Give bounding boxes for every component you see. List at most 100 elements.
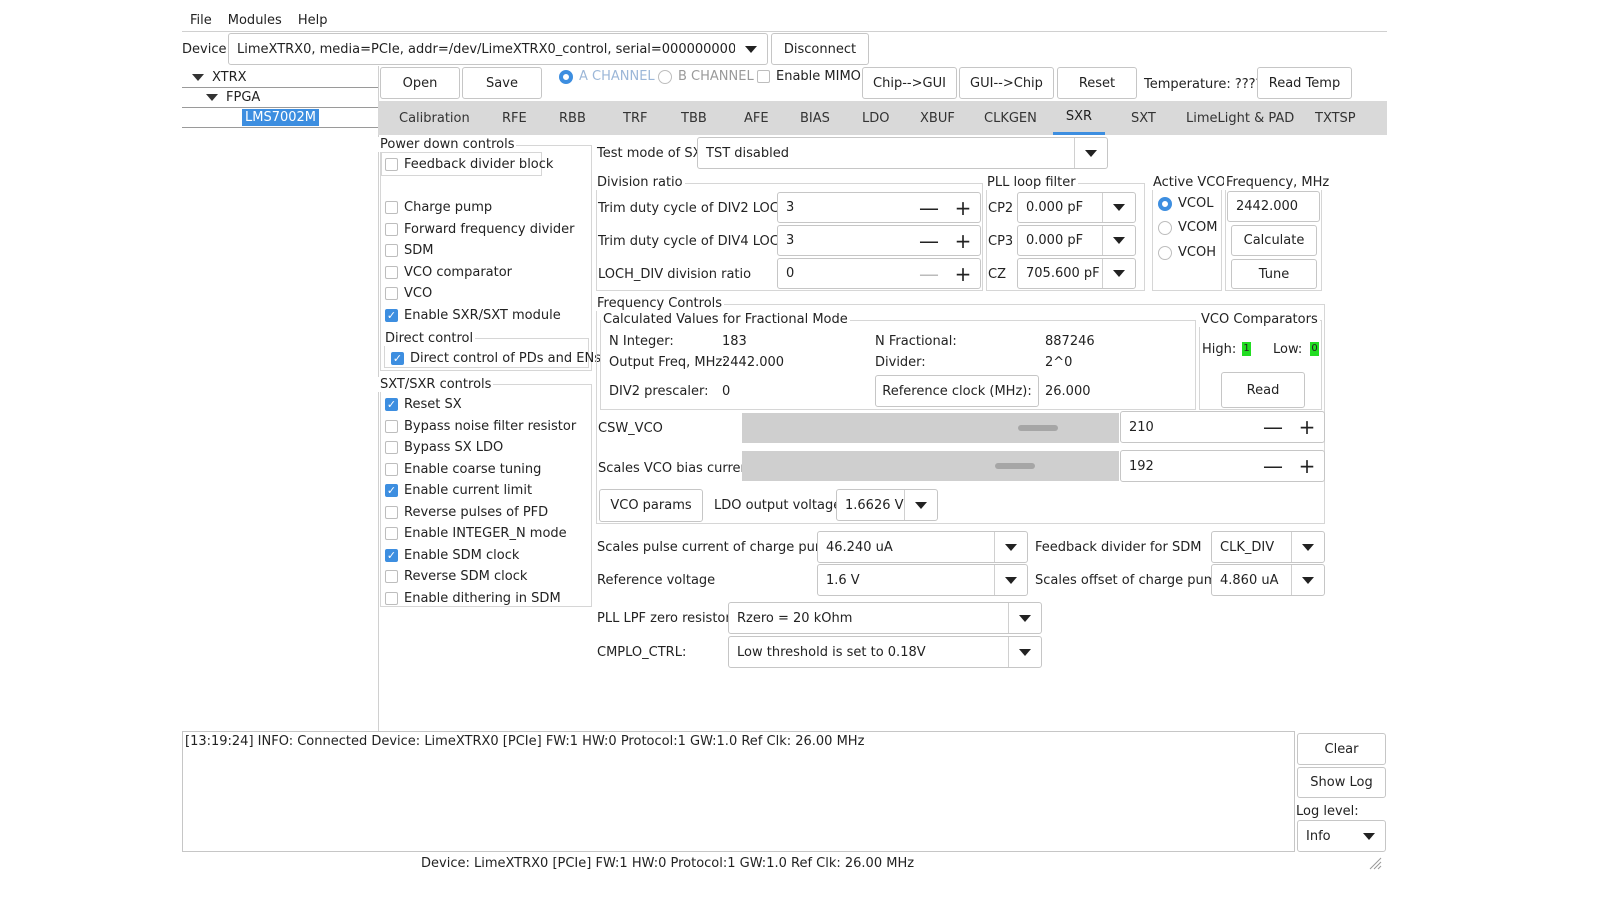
bypass-sx-ldo-checkbox[interactable]: Bypass SX LDO [385, 440, 503, 455]
offset-charge-pump-select[interactable]: 4.860 uA [1211, 564, 1325, 596]
pd-sdm-checkbox[interactable]: SDM [385, 243, 433, 258]
tab-calibration[interactable]: Calibration [399, 101, 470, 135]
vcom-radio[interactable]: VCOM [1158, 220, 1217, 235]
a-channel-radio[interactable]: A CHANNEL [559, 69, 655, 84]
minus-icon[interactable]: — [912, 198, 946, 218]
tab-clkgen[interactable]: CLKGEN [984, 101, 1037, 135]
tab-rbb[interactable]: RBB [559, 101, 586, 135]
csw-vco-slider[interactable] [742, 413, 1119, 443]
ldo-output-value: 1.6626 V [845, 497, 904, 513]
tree-label-fpga: FPGA [226, 90, 261, 105]
tune-button[interactable]: Tune [1231, 259, 1317, 289]
log-level-select[interactable]: Info [1297, 820, 1386, 852]
minus-icon[interactable]: — [912, 231, 946, 251]
minus-icon[interactable]: — [1256, 456, 1290, 476]
pulse-current-select[interactable]: 46.240 uA [817, 531, 1028, 563]
rzero-select[interactable]: Rzero = 20 kOhm [728, 602, 1042, 634]
log-output[interactable]: [13:19:24] INFO: Connected Device: LimeX… [182, 731, 1295, 852]
bypass-noise-filter-checkbox[interactable]: Bypass noise filter resistor [385, 419, 576, 434]
tree-item-lms7002m[interactable]: LMS7002M [182, 108, 378, 128]
minus-icon[interactable]: — [912, 264, 946, 284]
tree-item-xtrx[interactable]: XTRX [182, 68, 378, 88]
tree-item-fpga[interactable]: FPGA [182, 88, 378, 108]
pd-forward-divider-checkbox[interactable]: Forward frequency divider [385, 222, 575, 237]
read-temp-button[interactable]: Read Temp [1257, 67, 1352, 99]
calculate-button[interactable]: Calculate [1231, 225, 1317, 256]
disconnect-button[interactable]: Disconnect [771, 33, 869, 65]
divider-value: 2^0 [1045, 355, 1073, 370]
cz-select[interactable]: 705.600 pF [1017, 258, 1136, 289]
pd-vco-checkbox[interactable]: VCO [385, 286, 432, 301]
enable-mimo-checkbox[interactable]: Enable MIMO [757, 69, 861, 84]
menu-help[interactable]: Help [298, 13, 328, 28]
reset-sx-checkbox[interactable]: ✓ Reset SX [385, 397, 462, 412]
gui-to-chip-button[interactable]: GUI-->Chip [959, 67, 1054, 99]
tab-trf[interactable]: TRF [623, 101, 647, 135]
cmplo-ctrl-select[interactable]: Low threshold is set to 0.18V [728, 636, 1042, 668]
tab-ldo[interactable]: LDO [862, 101, 890, 135]
device-select[interactable]: LimeXTRX0, media=PCIe, addr=/dev/LimeXTR… [228, 33, 768, 65]
tab-sxt[interactable]: SXT [1131, 101, 1156, 135]
pd-vco-comparator-checkbox[interactable]: VCO comparator [385, 265, 512, 280]
vcoh-radio[interactable]: VCOH [1158, 245, 1216, 260]
pd-charge-pump-checkbox[interactable]: Charge pump [385, 200, 492, 215]
reverse-pulses-pfd-checkbox[interactable]: Reverse pulses of PFD [385, 505, 548, 520]
tab-txtsp[interactable]: TXTSP [1315, 101, 1356, 135]
menu-file[interactable]: File [190, 13, 212, 28]
reference-voltage-select[interactable]: 1.6 V [817, 564, 1028, 596]
plus-icon[interactable]: + [1290, 417, 1324, 437]
enable-sxr-sxt-checkbox[interactable]: ✓ Enable SXR/SXT module [385, 308, 561, 323]
tab-afe[interactable]: AFE [744, 101, 769, 135]
loch-div-spinbox[interactable]: 0 — + [777, 258, 981, 289]
vco-bias-slider[interactable] [742, 451, 1119, 481]
reverse-sdm-clock-checkbox[interactable]: Reverse SDM clock [385, 569, 527, 584]
csw-vco-spinbox[interactable]: 210 — + [1120, 411, 1325, 443]
enable-current-limit-checkbox[interactable]: ✓ Enable current limit [385, 483, 532, 498]
reset-button[interactable]: Reset [1057, 67, 1137, 99]
read-comparators-button[interactable]: Read [1221, 372, 1305, 408]
feedback-sdm-select[interactable]: CLK_DIV [1211, 531, 1325, 563]
plus-icon[interactable]: + [946, 231, 980, 251]
test-mode-label: Test mode of SX [597, 146, 702, 161]
expand-arrow-icon[interactable] [206, 94, 218, 101]
direct-control-checkbox[interactable]: ✓ Direct control of PDs and ENs [391, 351, 601, 366]
enable-dithering-checkbox[interactable]: Enable dithering in SDM [385, 591, 561, 606]
test-mode-select[interactable]: TST disabled [697, 137, 1108, 169]
open-button[interactable]: Open [380, 67, 460, 99]
ldo-output-select[interactable]: 1.6626 V [836, 489, 938, 521]
expand-arrow-icon[interactable] [192, 74, 204, 81]
menu-modules[interactable]: Modules [228, 13, 282, 28]
enable-coarse-tuning-checkbox[interactable]: Enable coarse tuning [385, 462, 541, 477]
tab-sxr[interactable]: SXR [1053, 101, 1105, 135]
resize-grip-icon[interactable] [1368, 856, 1382, 870]
show-log-button[interactable]: Show Log [1297, 767, 1386, 798]
slider-handle[interactable] [1018, 425, 1058, 431]
cp2-select[interactable]: 0.000 pF [1017, 192, 1136, 223]
enable-integer-n-checkbox[interactable]: Enable INTEGER_N mode [385, 526, 567, 541]
frequency-input[interactable]: 2442.000 [1227, 191, 1320, 222]
div2-spinbox[interactable]: 3 — + [777, 192, 981, 223]
slider-handle[interactable] [995, 463, 1035, 469]
feedback-divider-checkbox[interactable]: Feedback divider block [385, 157, 553, 172]
cp3-select[interactable]: 0.000 pF [1017, 225, 1136, 256]
plus-icon[interactable]: + [1290, 456, 1324, 476]
save-button[interactable]: Save [462, 67, 542, 99]
tab-limelight-pad[interactable]: LimeLight & PAD [1186, 101, 1294, 135]
clear-log-button[interactable]: Clear [1297, 733, 1386, 765]
minus-icon[interactable]: — [1256, 417, 1290, 437]
vcol-radio[interactable]: VCOL [1158, 196, 1213, 211]
plus-icon[interactable]: + [946, 264, 980, 284]
vco-params-button[interactable]: VCO params [599, 489, 703, 522]
tab-bias[interactable]: BIAS [800, 101, 830, 135]
enable-sdm-clock-checkbox[interactable]: ✓ Enable SDM clock [385, 548, 519, 563]
b-channel-radio[interactable]: B CHANNEL [658, 69, 754, 84]
plus-icon[interactable]: + [946, 198, 980, 218]
reference-clock-button[interactable]: Reference clock (MHz): [875, 375, 1039, 407]
div4-spinbox[interactable]: 3 — + [777, 225, 981, 256]
tab-xbuf[interactable]: XBUF [920, 101, 955, 135]
tab-rfe[interactable]: RFE [502, 101, 527, 135]
vco-bias-spinbox[interactable]: 192 — + [1120, 450, 1325, 482]
tab-tbb[interactable]: TBB [681, 101, 707, 135]
chip-to-gui-button[interactable]: Chip-->GUI [862, 67, 957, 99]
sx-item-label: Bypass noise filter resistor [404, 419, 577, 434]
